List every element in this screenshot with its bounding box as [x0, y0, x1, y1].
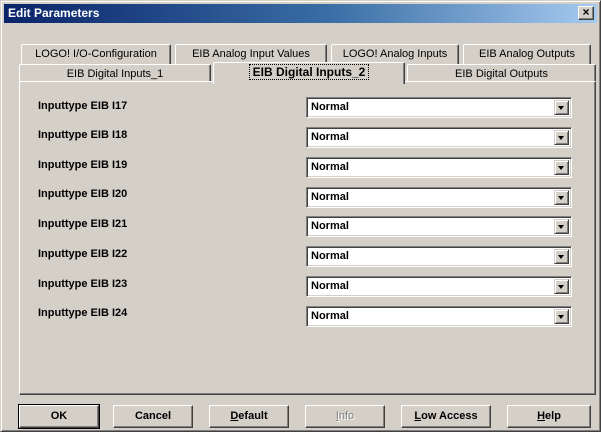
inputtype-select-i19[interactable]: Normal	[306, 157, 572, 178]
dropdown-arrow-icon[interactable]	[554, 100, 569, 115]
select-value: Normal	[311, 131, 349, 143]
inputtype-select-i20[interactable]: Normal	[306, 187, 572, 208]
dropdown-arrow-icon[interactable]	[554, 309, 569, 324]
ok-label: OK	[50, 410, 68, 422]
help-label: elp	[545, 410, 561, 422]
tab-label: EIB Digital Inputs_1	[66, 68, 164, 80]
tab-logo-analog-inputs[interactable]: LOGO! Analog Inputs	[331, 44, 459, 64]
cancel-label: Cancel	[134, 410, 172, 422]
select-value: Normal	[311, 310, 349, 322]
default-button[interactable]: Default	[209, 405, 289, 428]
ok-button[interactable]: OK	[18, 404, 100, 429]
row-label-i24: Inputtype EIB I24	[38, 307, 128, 319]
row-label-i18: Inputtype EIB I18	[38, 129, 128, 141]
close-icon: ×	[582, 5, 590, 19]
help-label-mnemonic: H	[537, 410, 546, 422]
dropdown-arrow-icon[interactable]	[554, 279, 569, 294]
tab-label: EIB Analog Input Values	[192, 48, 310, 60]
tab-eib-digital-inputs-2[interactable]: EIB Digital Inputs_2	[213, 62, 405, 84]
select-value: Normal	[311, 161, 349, 173]
cancel-button[interactable]: Cancel	[113, 405, 193, 428]
dropdown-arrow-icon[interactable]	[554, 219, 569, 234]
default-label: efault	[238, 410, 268, 422]
tab-label: EIB Digital Outputs	[455, 68, 548, 80]
help-button[interactable]: Help	[507, 405, 591, 428]
dropdown-arrow-icon[interactable]	[554, 130, 569, 145]
select-value: Normal	[311, 191, 349, 203]
tab-label: EIB Analog Outputs	[478, 48, 575, 60]
info-label: nfo	[338, 410, 355, 422]
tab-label: EIB Digital Inputs_2	[248, 64, 370, 80]
select-value: Normal	[311, 101, 349, 113]
inputtype-select-i21[interactable]: Normal	[306, 216, 572, 237]
row-label-i21: Inputtype EIB I21	[38, 218, 128, 230]
tab-eib-analog-outputs[interactable]: EIB Analog Outputs	[463, 44, 591, 64]
tab-panel: Inputtype EIB I17 Normal Inputtype EIB I…	[19, 81, 596, 395]
row-label-i23: Inputtype EIB I23	[38, 278, 128, 290]
tab-label: LOGO! I/O-Configuration	[35, 48, 157, 60]
tab-eib-analog-input-values[interactable]: EIB Analog Input Values	[175, 44, 327, 64]
low-access-button[interactable]: Low Access	[401, 405, 491, 428]
dropdown-arrow-icon[interactable]	[554, 160, 569, 175]
row-label-i22: Inputtype EIB I22	[38, 248, 128, 260]
close-button[interactable]: ×	[578, 6, 594, 20]
inputtype-select-i24[interactable]: Normal	[306, 306, 572, 327]
select-value: Normal	[311, 280, 349, 292]
dropdown-arrow-icon[interactable]	[554, 190, 569, 205]
inputtype-select-i23[interactable]: Normal	[306, 276, 572, 297]
inputtype-select-i17[interactable]: Normal	[306, 97, 572, 118]
tab-label: LOGO! Analog Inputs	[342, 48, 448, 60]
dialog-title: Edit Parameters	[8, 6, 100, 20]
edit-parameters-dialog: Edit Parameters × LOGO! I/O-Configuratio…	[0, 0, 601, 432]
row-label-i17: Inputtype EIB I17	[38, 100, 128, 112]
select-value: Normal	[311, 250, 349, 262]
inputtype-select-i22[interactable]: Normal	[306, 246, 572, 267]
row-label-i20: Inputtype EIB I20	[38, 188, 128, 200]
low-access-label: ow Access	[421, 410, 478, 422]
row-label-i19: Inputtype EIB I19	[38, 159, 128, 171]
info-button: Info	[305, 405, 385, 428]
dropdown-arrow-icon[interactable]	[554, 249, 569, 264]
inputtype-select-i18[interactable]: Normal	[306, 127, 572, 148]
tab-logo-io-configuration[interactable]: LOGO! I/O-Configuration	[21, 44, 171, 64]
title-bar: Edit Parameters ×	[4, 4, 597, 23]
select-value: Normal	[311, 220, 349, 232]
